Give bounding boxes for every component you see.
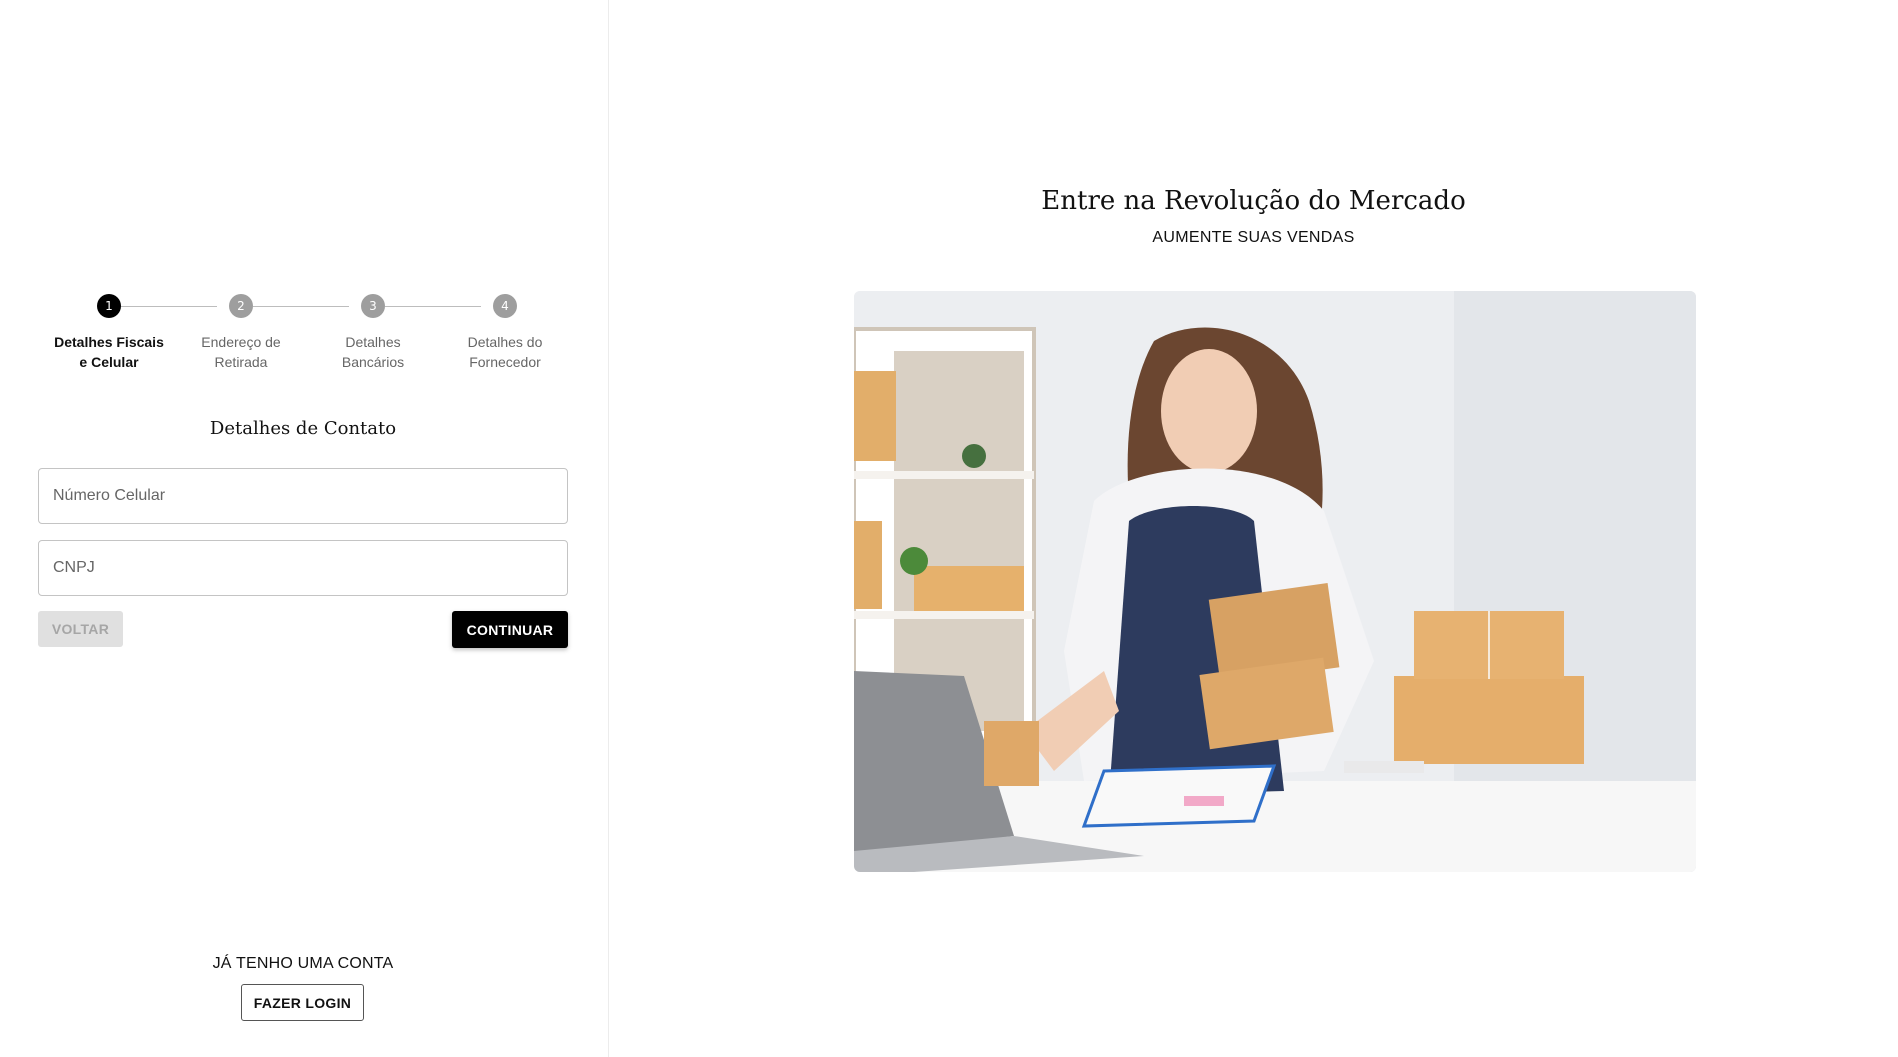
step-1-label: Detalhes Fiscais e Celular xyxy=(54,334,164,370)
step-3: 3 Detalhes Bancários xyxy=(307,294,439,372)
hero-title: Entre na Revolução do Mercado xyxy=(1041,186,1466,216)
step-4-label: Detalhes do Fornecedor xyxy=(467,334,543,370)
step-2: 2 Endereço de Retirada xyxy=(175,294,307,372)
step-3-label: Detalhes Bancários xyxy=(341,334,405,370)
step-4-indicator: 4 xyxy=(493,294,517,318)
cnpj-input[interactable] xyxy=(39,541,567,595)
step-2-indicator: 2 xyxy=(229,294,253,318)
hero-subtitle: AUMENTE SUAS VENDAS xyxy=(1152,229,1355,246)
phone-input[interactable] xyxy=(39,469,567,523)
phone-field[interactable] xyxy=(38,468,568,524)
step-4: 4 Detalhes do Fornecedor xyxy=(439,294,571,372)
login-button[interactable]: FAZER LOGIN xyxy=(241,984,364,1021)
stepper: 1 Detalhes Fiscais e Celular 2 Endereço … xyxy=(38,294,566,384)
back-button[interactable]: VOLTAR xyxy=(38,611,123,647)
hero-panel: Entre na Revolução do Mercado AUMENTE SU… xyxy=(609,0,1898,1057)
continue-button[interactable]: CONTINUAR xyxy=(452,611,568,648)
step-1: 1 Detalhes Fiscais e Celular xyxy=(43,294,175,372)
signup-panel: 1 Detalhes Fiscais e Celular 2 Endereço … xyxy=(0,0,608,1057)
step-2-label: Endereço de Retirada xyxy=(201,334,281,370)
step-1-indicator: 1 xyxy=(97,294,121,318)
existing-account-prompt: JÁ TENHO UMA CONTA xyxy=(212,955,394,972)
form-title: Detalhes de Contato xyxy=(209,418,397,439)
hero-photo xyxy=(854,291,1696,872)
cnpj-field[interactable] xyxy=(38,540,568,596)
step-3-indicator: 3 xyxy=(361,294,385,318)
